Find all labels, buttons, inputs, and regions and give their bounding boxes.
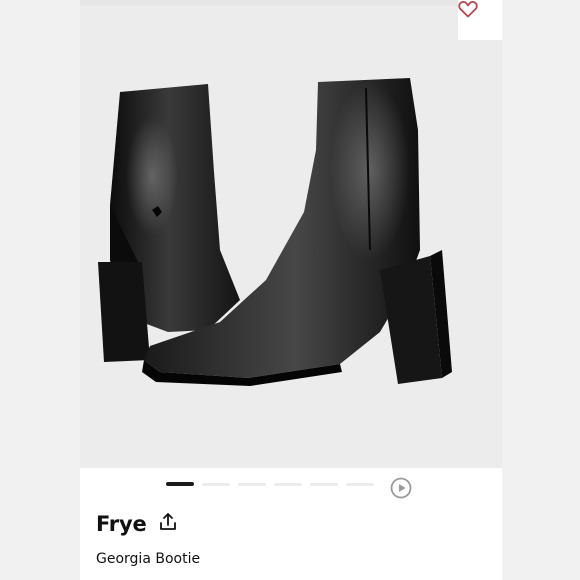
boots-image (98, 78, 452, 386)
gallery-dot-1[interactable] (166, 482, 194, 486)
left-boot (98, 84, 240, 362)
favorite-button[interactable] (458, 0, 502, 40)
header-shadow-strip (80, 0, 458, 6)
product-photo[interactable] (80, 0, 502, 468)
gallery-dot-5[interactable] (310, 482, 338, 486)
brand-name[interactable]: Frye (96, 512, 147, 536)
page-side-left (0, 0, 80, 580)
gallery-dot-4[interactable] (274, 482, 302, 486)
share-button[interactable] (159, 512, 177, 536)
video-play-button[interactable] (390, 477, 412, 499)
product-name: Georgia Bootie (96, 551, 201, 567)
product-screen: Frye Georgia Bootie (80, 0, 502, 580)
gallery-dot-6[interactable] (346, 482, 374, 486)
product-info: Frye Georgia Bootie (80, 468, 502, 580)
gallery-dot-3[interactable] (238, 482, 266, 486)
gallery-pagination (166, 482, 374, 486)
gallery-dot-2[interactable] (202, 482, 230, 486)
page-side-right (502, 0, 580, 580)
play-circle-icon (390, 477, 412, 503)
share-upload-icon (159, 512, 177, 536)
brand-row: Frye (96, 512, 177, 536)
